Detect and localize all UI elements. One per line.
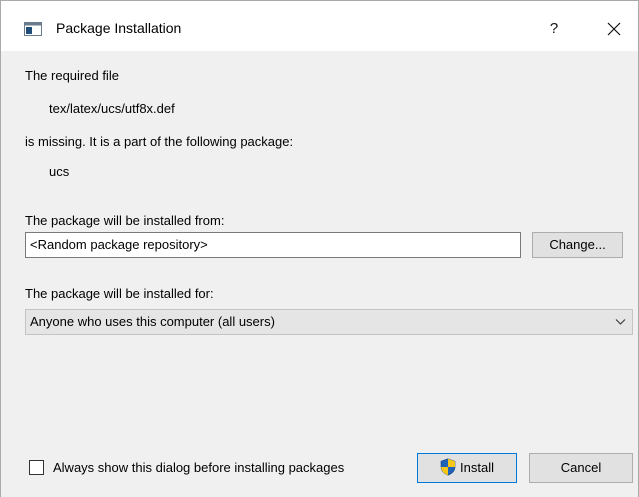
install-target-select[interactable]: Anyone who uses this computer (all users… [25,309,633,335]
change-button[interactable]: Change... [532,232,623,258]
install-target-value: Anyone who uses this computer (all users… [30,314,275,329]
install-button[interactable]: Install [417,453,517,483]
file-path: tex/latex/ucs/utf8x.def [49,101,175,116]
close-button[interactable] [592,13,636,45]
install-source-field[interactable]: <Random package repository> [25,232,521,258]
install-source-label: The package will be installed from: [25,213,225,228]
always-show-checkbox[interactable] [29,460,44,475]
window-title: Package Installation [56,20,182,36]
uac-shield-icon [440,458,456,476]
missing-text: is missing. It is a part of the followin… [25,134,294,149]
package-installation-dialog: Package Installation ? The required file… [0,0,639,497]
title-bar: Package Installation ? [1,1,638,51]
help-button[interactable]: ? [534,13,574,45]
always-show-label: Always show this dialog before installin… [53,460,345,475]
required-file-label: The required file [25,68,119,83]
package-name: ucs [49,164,70,179]
window-icon [24,22,42,36]
install-label: Install [460,460,494,475]
install-target-label: The package will be installed for: [25,286,214,301]
chevron-down-icon [615,319,626,325]
dialog-content: The required file tex/latex/ucs/utf8x.de… [1,51,638,497]
close-icon [607,22,621,36]
cancel-button[interactable]: Cancel [529,453,633,483]
